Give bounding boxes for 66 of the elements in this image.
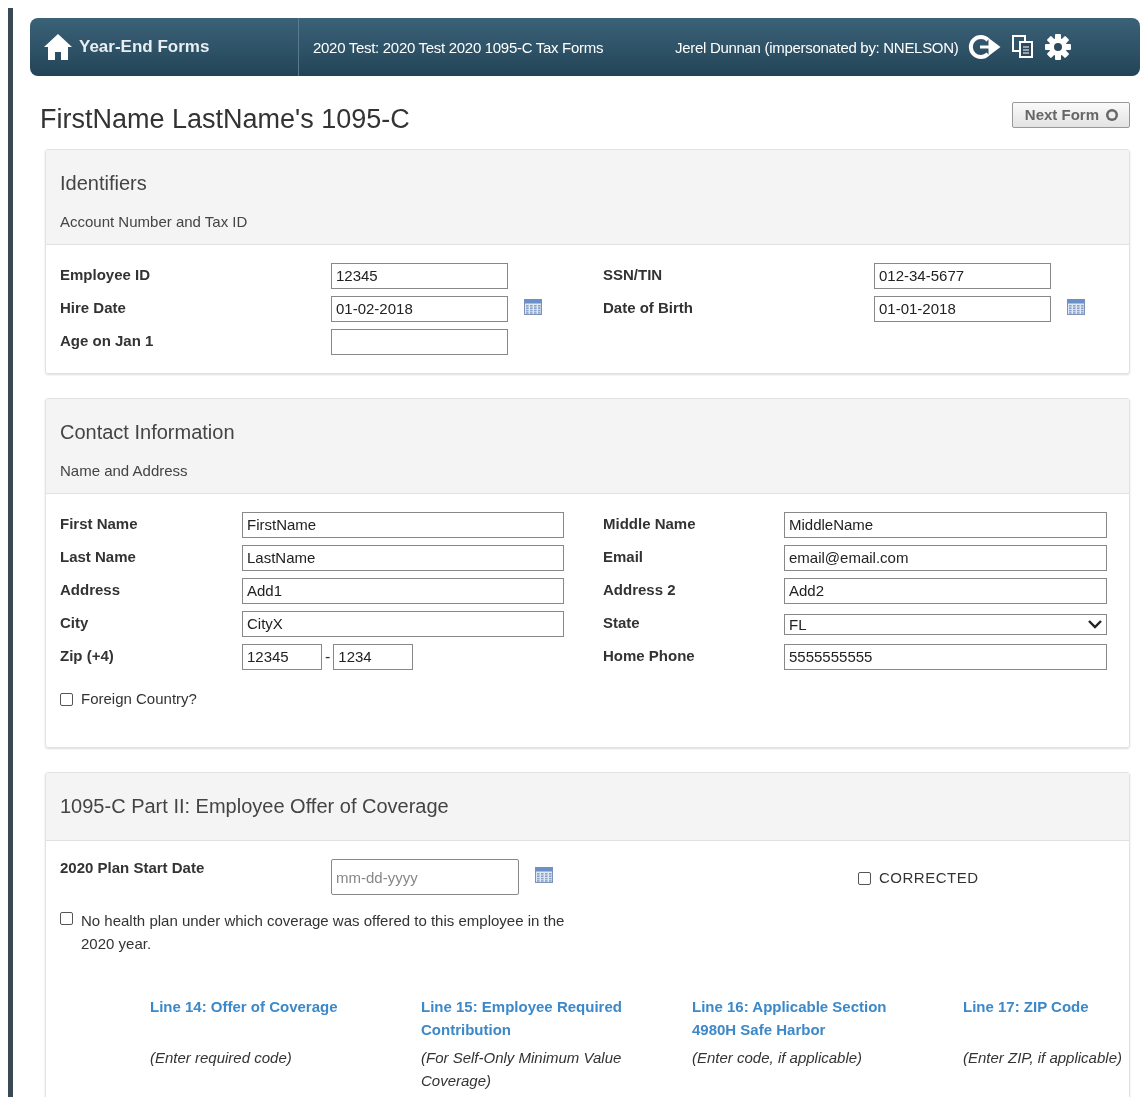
field-label: State — [603, 613, 641, 631]
settings-icon[interactable] — [1044, 33, 1073, 61]
page-title: FirstName LastName's 1095-C — [40, 104, 410, 135]
calendar-icon[interactable] — [535, 867, 553, 883]
line-hint: (Enter required code) — [150, 1048, 293, 1068]
section-title: 1095-C Part II: Employee Offer of Coverage — [60, 795, 450, 818]
form-name: 2020 Test: 2020 Test 2020 1095-C Tax Forms — [312, 38, 605, 56]
line-heading: Line 17: ZIP Code — [963, 997, 1090, 1017]
calendar-icon[interactable] — [524, 299, 542, 315]
section-subtitle: Account Number and Tax ID — [60, 213, 249, 230]
line-heading: Line 15: Employee Required Contribution — [421, 997, 623, 1040]
line-heading: Line 16: Applicable Section 4980H Safe Harbor — [692, 997, 888, 1040]
home-icon[interactable] — [43, 33, 73, 61]
text-input[interactable]: Add1 — [242, 578, 564, 604]
field-label: Date of Birth — [603, 298, 694, 316]
field-label: First Name — [60, 514, 139, 532]
checkbox[interactable] — [60, 912, 73, 925]
logout-icon[interactable] — [968, 34, 1003, 60]
text-input[interactable]: MiddleName — [784, 512, 1107, 538]
field-label: Home Phone — [603, 646, 696, 664]
text-input[interactable]: Add2 — [784, 578, 1107, 604]
checkbox-label: Foreign Country? — [81, 690, 197, 707]
date-input[interactable]: mm-dd-yyyy — [331, 859, 519, 895]
field-label: Employee ID — [60, 265, 152, 283]
field-label: Hire Date — [60, 298, 127, 316]
line-hint: (Enter code, if applicable) — [692, 1048, 864, 1068]
checkbox[interactable] — [858, 871, 871, 885]
line-hint: (For Self-Only Minimum Value Coverage) — [421, 1048, 623, 1091]
text-input[interactable]: email@email.com — [784, 545, 1107, 571]
text-input[interactable]: 12345 — [331, 263, 508, 289]
date-input[interactable]: 01-01-2018 — [874, 296, 1051, 322]
text-input[interactable]: CityX — [242, 611, 564, 637]
app-title[interactable]: Year-End Forms — [79, 37, 210, 57]
next-form-button[interactable]: Next Form — [1011, 102, 1130, 128]
line-hint: (Enter ZIP, if applicable) — [963, 1048, 1123, 1068]
copy-icon[interactable] — [1012, 35, 1035, 59]
text-input[interactable]: LastName — [242, 545, 564, 571]
text-input[interactable]: 5555555555 — [784, 644, 1107, 670]
zip-input[interactable]: 12345 — [242, 644, 322, 670]
field-label: Age on Jan 1 — [60, 331, 155, 349]
line-heading: Line 14: Offer of Coverage — [150, 997, 339, 1017]
text-input[interactable]: 012-34-5677 — [874, 263, 1051, 289]
field-label: Address — [60, 580, 122, 598]
chevron-icon — [1088, 619, 1102, 629]
date-input[interactable]: 01-02-2018 — [331, 296, 508, 322]
field-label: Zip (+4) — [60, 646, 115, 664]
checkbox-label: CORRECTED — [879, 868, 979, 886]
state-select[interactable]: FL — [784, 613, 1107, 635]
user-name: Jerel Dunnan (impersonated by: NNELSON) — [675, 38, 959, 56]
field-label: Address 2 — [603, 580, 677, 598]
section-title: Identifiers — [60, 172, 148, 195]
field-label: SSN/TIN — [603, 265, 664, 283]
text-input[interactable] — [331, 329, 508, 355]
checkbox-label: No health plan under which coverage was offered to this employee in the 2020 year. — [81, 911, 566, 954]
field-label: Last Name — [60, 547, 137, 565]
zip-extension-input[interactable]: 1234 — [333, 644, 414, 670]
text-input[interactable]: FirstName — [242, 512, 564, 538]
field-label: 2020 Plan Start Date — [60, 859, 206, 876]
field-label: Middle Name — [603, 514, 697, 532]
calendar-icon[interactable] — [1067, 299, 1085, 315]
field-label: City — [60, 613, 90, 631]
field-label: Email — [603, 547, 645, 565]
zip-separator: - — [325, 648, 331, 666]
checkbox[interactable] — [60, 693, 73, 706]
section-title: Contact Information — [60, 421, 236, 444]
section-subtitle: Name and Address — [60, 462, 189, 479]
